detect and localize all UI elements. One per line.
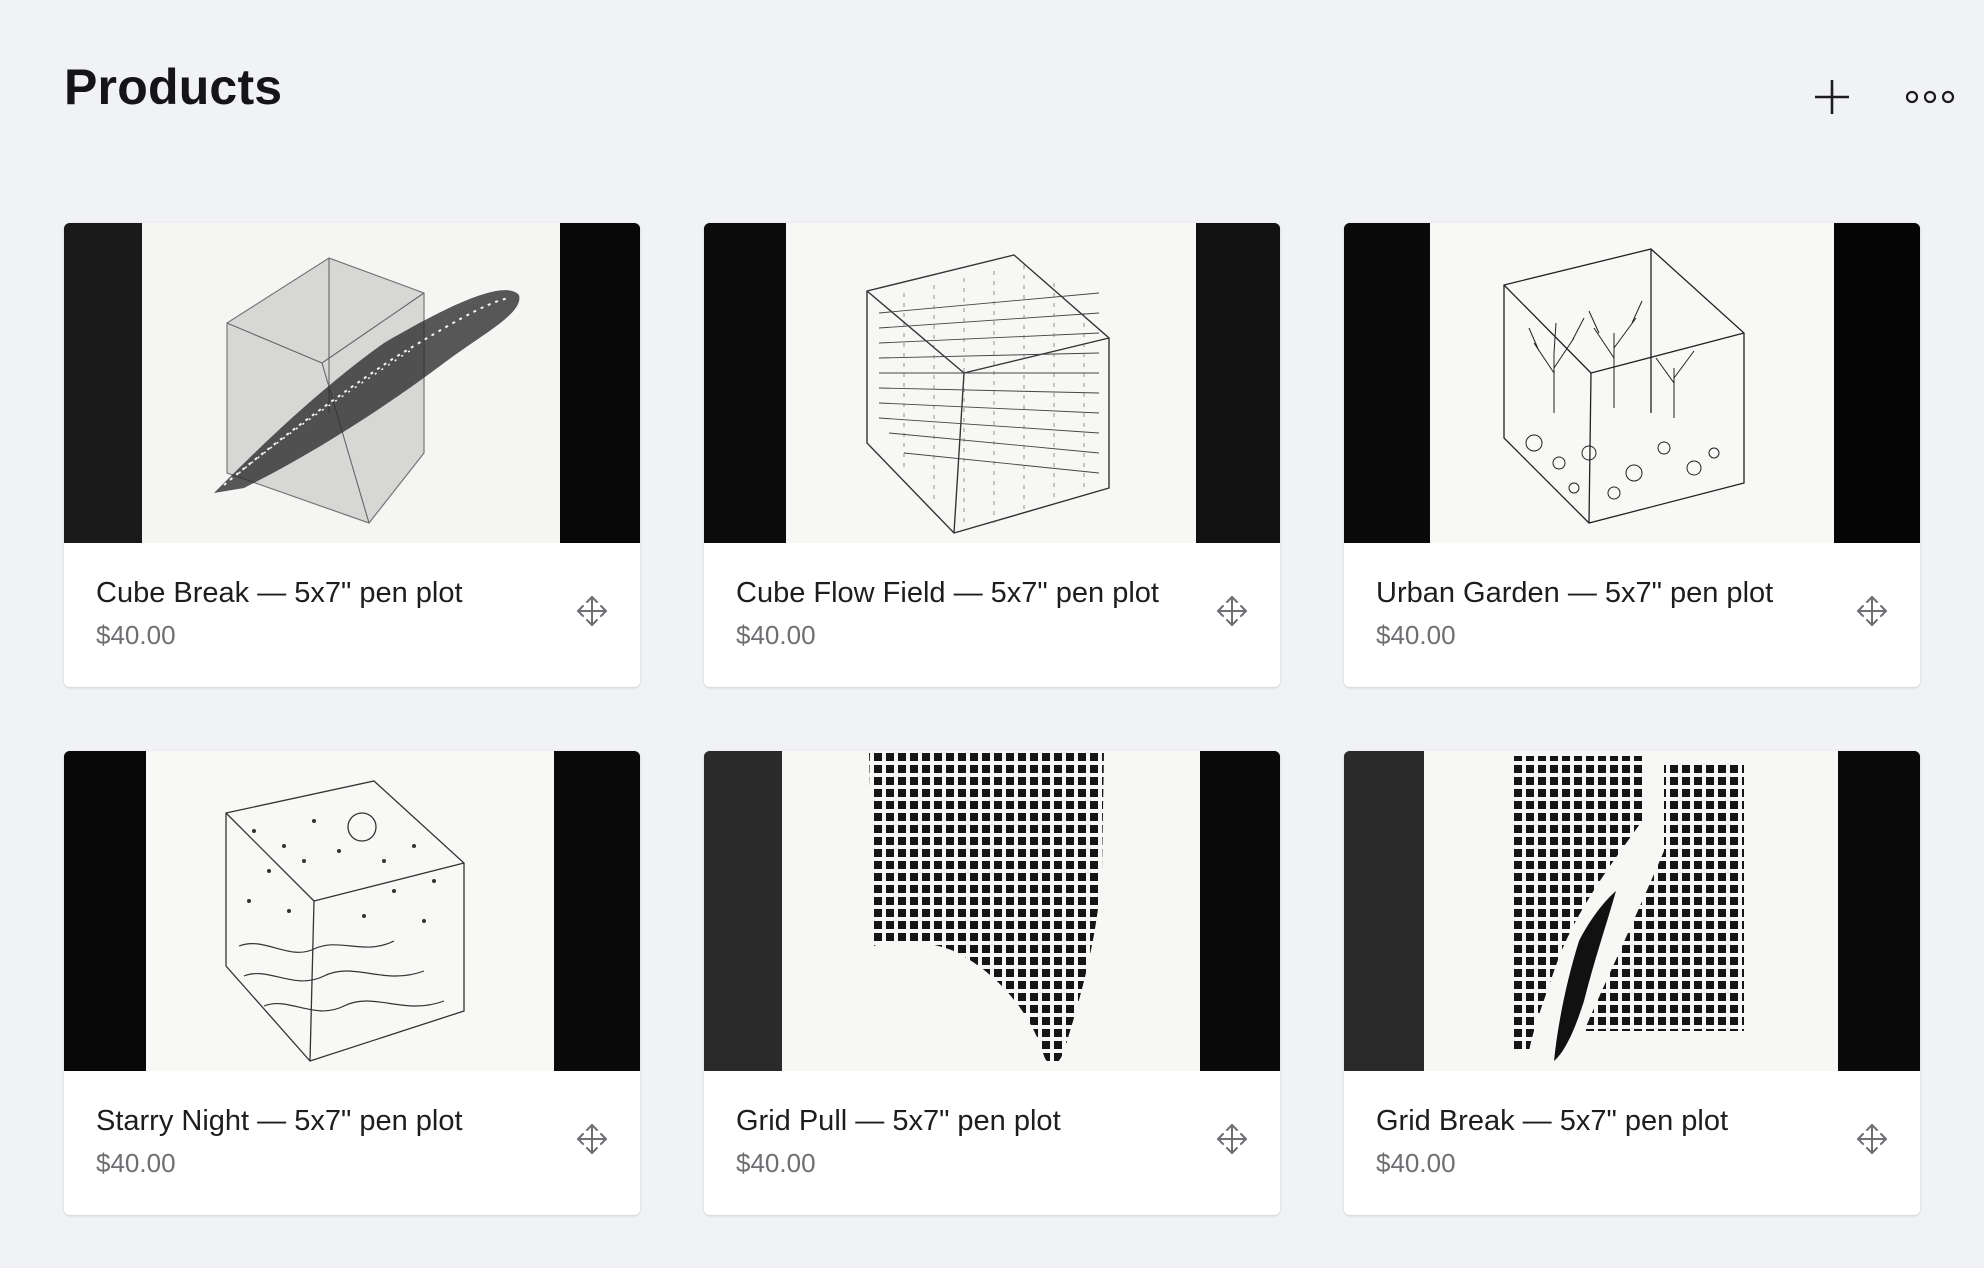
move-icon	[577, 1124, 607, 1154]
product-title: Urban Garden — 5x7" pen plot	[1376, 577, 1774, 609]
product-price: $40.00	[96, 1148, 176, 1178]
urban-garden-artwork	[1344, 223, 1920, 543]
cube-break-artwork	[64, 223, 640, 543]
product-price: $40.00	[736, 1148, 816, 1178]
more-options-button[interactable]	[1898, 72, 1962, 122]
product-title: Starry Night — 5x7" pen plot	[96, 1105, 463, 1137]
move-icon	[1217, 596, 1247, 626]
product-price: $40.00	[1376, 1148, 1456, 1178]
cube-flow-field-artwork	[704, 223, 1280, 543]
more-horizontal-icon	[1905, 90, 1955, 104]
product-grid: Cube Break — 5x7" pen plot $40.00 Cube F…	[64, 223, 1921, 1215]
product-card[interactable]: Starry Night — 5x7" pen plot $40.00	[64, 751, 640, 1215]
product-image	[704, 751, 1280, 1071]
product-price: $40.00	[736, 620, 816, 650]
product-title: Grid Pull — 5x7" pen plot	[736, 1105, 1061, 1137]
product-card[interactable]: Cube Flow Field — 5x7" pen plot $40.00	[704, 223, 1280, 687]
drag-handle[interactable]	[572, 591, 612, 631]
product-title: Cube Flow Field — 5x7" pen plot	[736, 577, 1159, 609]
starry-night-artwork	[64, 751, 640, 1071]
product-image	[64, 223, 640, 543]
product-info: Urban Garden — 5x7" pen plot $40.00	[1376, 575, 1830, 651]
add-product-button[interactable]	[1804, 72, 1860, 122]
product-card[interactable]: Grid Pull — 5x7" pen plot $40.00	[704, 751, 1280, 1215]
move-icon	[1217, 1124, 1247, 1154]
product-info: Cube Flow Field — 5x7" pen plot $40.00	[736, 575, 1190, 651]
product-price: $40.00	[1376, 620, 1456, 650]
drag-handle[interactable]	[1212, 1119, 1252, 1159]
product-title: Cube Break — 5x7" pen plot	[96, 577, 463, 609]
drag-handle[interactable]	[1852, 1119, 1892, 1159]
move-icon	[577, 596, 607, 626]
product-image	[704, 223, 1280, 543]
product-title: Grid Break — 5x7" pen plot	[1376, 1105, 1729, 1137]
plus-icon	[1815, 80, 1849, 114]
page-header: Products	[64, 50, 1955, 140]
move-icon	[1857, 596, 1887, 626]
page-title: Products	[64, 59, 283, 115]
product-info: Grid Break — 5x7" pen plot $40.00	[1376, 1103, 1830, 1179]
grid-break-artwork	[1344, 751, 1920, 1071]
product-image	[1344, 751, 1920, 1071]
product-image	[64, 751, 640, 1071]
move-icon	[1857, 1124, 1887, 1154]
product-info: Starry Night — 5x7" pen plot $40.00	[96, 1103, 550, 1179]
product-info: Cube Break — 5x7" pen plot $40.00	[96, 575, 550, 651]
product-image	[1344, 223, 1920, 543]
product-card[interactable]: Urban Garden — 5x7" pen plot $40.00	[1344, 223, 1920, 687]
product-card[interactable]: Grid Break — 5x7" pen plot $40.00	[1344, 751, 1920, 1215]
drag-handle[interactable]	[572, 1119, 612, 1159]
drag-handle[interactable]	[1212, 591, 1252, 631]
product-card[interactable]: Cube Break — 5x7" pen plot $40.00	[64, 223, 640, 687]
product-price: $40.00	[96, 620, 176, 650]
drag-handle[interactable]	[1852, 591, 1892, 631]
product-info: Grid Pull — 5x7" pen plot $40.00	[736, 1103, 1190, 1179]
grid-pull-artwork	[704, 751, 1280, 1071]
